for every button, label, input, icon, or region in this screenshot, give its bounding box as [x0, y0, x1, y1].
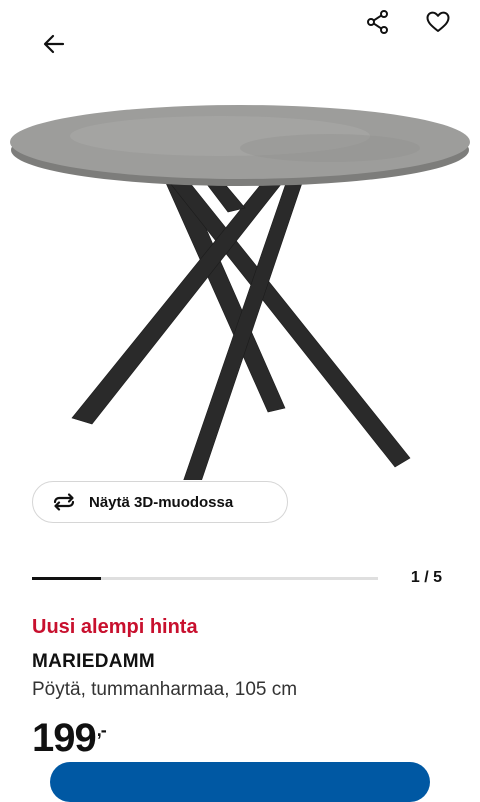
rotate-3d-icon [53, 493, 75, 511]
product-description: Pöytä, tummanharmaa, 105 cm [32, 679, 298, 700]
price-decimal: ,- [96, 720, 107, 740]
favourite-button[interactable] [420, 4, 456, 40]
add-to-cart-button[interactable] [50, 762, 430, 802]
table-legs [71, 182, 411, 483]
promo-label: Uusi alempi hinta [32, 616, 198, 638]
share-button[interactable] [360, 4, 396, 40]
product-name: MARIEDAMM [32, 651, 156, 672]
heart-outline-icon [426, 11, 450, 32]
view-3d-label: Näytä 3D-muodossa [89, 493, 234, 511]
table-top [10, 105, 470, 186]
product-price: 199,- [32, 716, 107, 761]
product-image[interactable] [0, 90, 480, 483]
gallery-progress [32, 577, 378, 580]
top-bar [0, 0, 480, 80]
table-illustration [10, 105, 470, 483]
back-button[interactable] [34, 24, 74, 64]
view-3d-button[interactable]: Näytä 3D-muodossa [32, 481, 288, 523]
gallery-counter: 1 / 5 [410, 569, 442, 586]
price-main: 199 [32, 716, 97, 760]
share-icon [367, 10, 388, 34]
gallery-progress-fill [32, 577, 102, 580]
arrow-left-icon [43, 34, 65, 54]
